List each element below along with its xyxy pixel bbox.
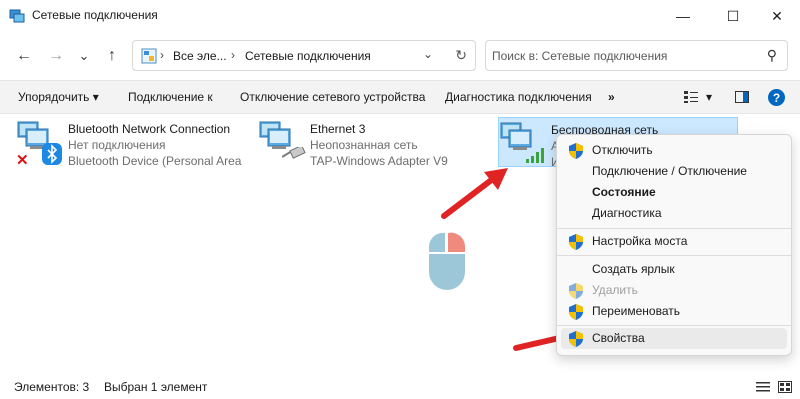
menu-item-connect-disconnect[interactable]: Подключение / Отключение	[561, 161, 787, 182]
uac-shield-icon	[569, 143, 583, 159]
connection-name: Bluetooth Network Connection	[68, 122, 231, 136]
organize-button[interactable]: Упорядочить ▾	[18, 90, 99, 104]
details-view-icon[interactable]	[756, 381, 770, 393]
command-bar: Упорядочить ▾ Подключение к Отключение с…	[0, 80, 800, 114]
menu-item-delete: Удалить	[561, 280, 787, 301]
diagnose-connection-button[interactable]: Диагностика подключения	[445, 90, 592, 104]
menu-item-label: Подключение / Отключение	[592, 164, 747, 178]
disable-device-button[interactable]: Отключение сетевого устройства	[240, 90, 425, 104]
chevron-down-icon: ⌄	[78, 48, 90, 63]
menu-item-diagnose[interactable]: Диагностика	[561, 203, 787, 224]
menu-item-disable[interactable]: Отключить	[561, 140, 787, 161]
connect-to-button[interactable]: Подключение к	[128, 90, 213, 104]
menu-separator	[557, 325, 791, 326]
preview-pane-icon[interactable]	[735, 91, 749, 103]
red-arrow-to-wireless-icon	[441, 168, 508, 219]
menu-item-properties[interactable]: Свойства	[561, 328, 787, 349]
connection-status: Неопознанная сеть	[310, 138, 418, 152]
uac-shield-icon	[569, 234, 583, 250]
menu-item-label: Состояние	[592, 185, 656, 199]
menu-item-label: Отключить	[592, 143, 653, 157]
address-bar-row: ← → ⌄ ↑ › Все эле... › Сетевые подключен…	[0, 36, 800, 76]
uac-shield-icon	[569, 304, 583, 320]
close-button[interactable]: ✕	[754, 0, 800, 32]
menu-item-rename[interactable]: Переименовать	[561, 301, 787, 322]
control-panel-icon	[141, 48, 157, 64]
menu-item-label: Свойства	[592, 331, 645, 345]
network-connections-app-icon	[9, 9, 25, 23]
help-icon[interactable]: ?	[768, 89, 785, 106]
connection-status: Нет подключения	[68, 138, 166, 152]
menu-item-create-shortcut[interactable]: Создать ярлык	[561, 259, 787, 280]
search-box[interactable]: ⚲	[485, 40, 788, 71]
network-cable-icon	[282, 147, 306, 159]
menu-item-label: Удалить	[592, 283, 638, 297]
up-button[interactable]: ↑	[100, 44, 124, 68]
tiles-view-icon[interactable]	[778, 381, 792, 393]
minimize-button[interactable]: —	[660, 0, 706, 32]
connection-device: TAP-Windows Adapter V9	[310, 154, 448, 168]
minimize-icon: —	[676, 8, 690, 24]
refresh-icon[interactable]: ↻	[455, 47, 467, 64]
menu-separator	[557, 228, 791, 229]
connection-item-ethernet[interactable]: Ethernet 3 Неопознанная сеть TAP-Windows…	[258, 117, 458, 168]
menu-item-status[interactable]: Состояние	[561, 182, 787, 203]
connection-item-bluetooth[interactable]: ✕ Bluetooth Network Connection Нет подкл…	[16, 117, 246, 169]
context-menu: Отключить Подключение / Отключение Состо…	[556, 134, 792, 356]
breadcrumb-network-connections[interactable]: Сетевые подключения	[245, 49, 371, 63]
view-options-dropdown[interactable]: ▾	[706, 90, 712, 104]
wifi-signal-icon	[526, 148, 544, 163]
breadcrumb-separator: ›	[231, 48, 235, 62]
title-bar: Сетевые подключения — ☐ ✕	[0, 0, 800, 32]
menu-separator	[557, 255, 791, 256]
menu-item-label: Настройка моста	[592, 234, 688, 248]
more-commands-button[interactable]: »	[608, 90, 615, 104]
status-bar: Элементов: 3 Выбран 1 элемент	[0, 374, 800, 399]
menu-item-bridge[interactable]: Настройка моста	[561, 231, 787, 252]
right-click-mouse-icon	[429, 232, 465, 290]
menu-item-label: Диагностика	[592, 206, 662, 220]
search-input[interactable]	[492, 46, 752, 66]
back-arrow-icon: ←	[16, 47, 32, 64]
connection-device: Bluetooth Device (Personal Area ...	[68, 154, 243, 168]
forward-button[interactable]: →	[44, 44, 68, 68]
organize-label: Упорядочить	[18, 90, 90, 104]
back-button[interactable]: ←	[12, 44, 36, 68]
menu-item-label: Создать ярлык	[592, 262, 675, 276]
close-icon: ✕	[771, 7, 783, 24]
menu-item-label: Переименовать	[592, 304, 680, 318]
red-x-icon: ✕	[16, 152, 29, 169]
connection-name: Ethernet 3	[310, 122, 366, 136]
uac-shield-icon	[569, 283, 583, 299]
chevron-down-icon: ▾	[92, 90, 99, 104]
address-field[interactable]: › Все эле... › Сетевые подключения ⌄ ↻	[132, 40, 476, 71]
breadcrumb-separator: ›	[160, 48, 164, 62]
item-count: Элементов: 3	[14, 380, 90, 394]
forward-arrow-icon: →	[48, 47, 64, 64]
maximize-button[interactable]: ☐	[710, 0, 756, 32]
address-dropdown-icon[interactable]: ⌄	[423, 47, 433, 61]
change-view-icon[interactable]	[684, 91, 698, 103]
up-arrow-icon: ↑	[108, 47, 116, 64]
bluetooth-icon	[42, 143, 62, 165]
uac-shield-icon	[569, 331, 583, 347]
window-title: Сетевые подключения	[32, 8, 158, 22]
recent-locations-button[interactable]: ⌄	[72, 44, 96, 68]
breadcrumb-all-items[interactable]: Все эле...	[173, 49, 227, 63]
maximize-icon: ☐	[726, 7, 740, 24]
selection-count: Выбран 1 элемент	[104, 380, 208, 394]
search-icon[interactable]: ⚲	[767, 47, 777, 64]
